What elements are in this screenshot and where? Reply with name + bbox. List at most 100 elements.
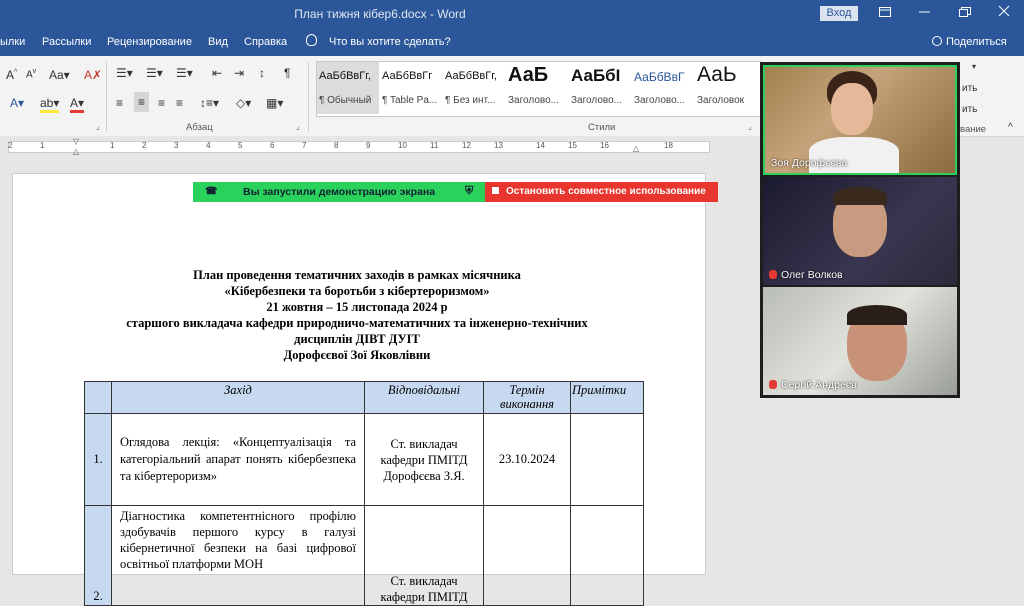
participant-tile[interactable]: Олег Волков [763, 177, 957, 285]
align-right-icon[interactable]: ≡ [158, 96, 165, 110]
ruler-tick: 1 [110, 141, 115, 150]
line-spacing-icon[interactable]: ↕≡▾ [200, 96, 219, 110]
lightbulb-icon [306, 34, 317, 46]
text-effects-icon[interactable]: A▾ [10, 96, 24, 110]
tell-me-search[interactable]: Что вы хотите сделать? [329, 36, 451, 48]
ruler-tick: 15 [568, 141, 577, 150]
style-title[interactable]: АаЬ Заголовок [695, 62, 757, 114]
row-responsible: Ст. викладач кафедри ПМІТД [364, 505, 484, 606]
shrink-font-icon[interactable]: Av [26, 68, 36, 80]
style-heading-1[interactable]: АаБ Заголово... [506, 62, 568, 114]
row-event: Оглядова лекція: «Концептуалізація та ка… [111, 413, 365, 506]
align-center-icon[interactable]: ≡ [134, 92, 150, 112]
style-normal[interactable]: АаБбВвГг, ¶ Обычный [317, 62, 379, 114]
editing-group-label: вание [960, 124, 987, 135]
ruler-tick: 12 [462, 141, 471, 150]
ruler-tick: 9 [366, 141, 371, 150]
styles-gallery: АаБбВвГг, ¶ Обычный АаБбВвГг ¶ Table Pa.… [316, 61, 761, 117]
table-header-notes: Примітки [570, 381, 644, 414]
ruler-tick: 14 [536, 141, 545, 150]
heading-line: дисциплін ДІВТ ДУІТ [294, 332, 420, 346]
share-button[interactable]: Поделиться [932, 36, 1007, 48]
font-dialog-launcher-icon[interactable]: ⌟ [96, 122, 100, 131]
pilcrow-icon[interactable]: ¶ [284, 66, 290, 80]
find-dropdown-icon[interactable]: ▾ [972, 62, 976, 71]
styles-group-label: Стили [588, 122, 616, 133]
group-divider [106, 62, 107, 132]
ribbon-editing-group: ▾ ить ить вание ^ [960, 56, 1024, 136]
style-table-paragraph[interactable]: АаБбВвГг ¶ Table Pa... [380, 62, 442, 114]
heading-line: старшого викладача кафедри природничо-ма… [126, 316, 588, 330]
video-call-panel: Зоя Дорофєєва Олег Волков Сергій Андреєв [760, 62, 960, 398]
collapse-ribbon-icon[interactable]: ^ [1008, 122, 1013, 133]
stop-icon [492, 187, 499, 194]
tab-help[interactable]: Справка [244, 36, 287, 48]
row-number: 1. [84, 413, 112, 506]
row-notes [570, 505, 644, 606]
grow-font-icon[interactable]: A^ [6, 68, 17, 82]
sort-icon[interactable]: ↕ [259, 66, 265, 80]
align-left-icon[interactable]: ≡ [116, 96, 123, 110]
sign-in-button[interactable]: Вход [820, 6, 858, 21]
stop-sharing-button[interactable]: Остановить совместное использование [485, 182, 718, 202]
heading-line: 21 жовтня – 15 листопада 2024 р [266, 300, 448, 314]
justify-icon[interactable]: ≡ [176, 96, 183, 110]
close-icon[interactable] [994, 4, 1014, 22]
participant-tile[interactable]: Зоя Дорофєєва [763, 65, 957, 175]
font-color-icon[interactable]: A▾ [70, 96, 85, 113]
tab-mailings[interactable]: Рассылки [42, 36, 91, 48]
group-divider [308, 62, 309, 132]
style-no-spacing[interactable]: АаБбВвГг, ¶ Без инт... [443, 62, 505, 114]
participant-video [847, 305, 907, 325]
change-case-icon[interactable]: Aa▾ [49, 68, 70, 82]
ribbon-display-icon[interactable] [875, 4, 895, 22]
numbering-icon[interactable]: ☰▾ [146, 66, 163, 80]
borders-icon[interactable]: ▦▾ [266, 96, 283, 110]
table-header-event: Захід [111, 381, 365, 414]
person-icon [932, 36, 942, 46]
decrease-indent-icon[interactable]: ⇤ [212, 66, 222, 80]
ruler-tick: 6 [270, 141, 275, 150]
participant-video [833, 187, 887, 205]
shading-icon[interactable]: ◇▾ [236, 96, 251, 110]
participant-tile[interactable]: Сергій Андреєв [763, 287, 957, 395]
styles-dialog-launcher-icon[interactable]: ⌟ [748, 122, 752, 131]
tab-view[interactable]: Вид [208, 36, 228, 48]
events-table: Захід Відповідальні Термін виконання При… [84, 381, 644, 606]
ruler-tick: 2 [8, 141, 13, 150]
title-bar: План тижня кібер6.docx - Word Вход [0, 0, 1024, 28]
paragraph-dialog-launcher-icon[interactable]: ⌟ [296, 122, 300, 131]
increase-indent-icon[interactable]: ⇥ [234, 66, 244, 80]
left-indent-marker[interactable]: △ [73, 147, 79, 156]
tab-references[interactable]: ылки [0, 36, 25, 48]
document-title: План тижня кібер6.docx - Word [294, 7, 466, 21]
ruler-tick: 8 [334, 141, 339, 150]
row-responsible: Ст. викладач кафедри ПМІТД Дорофєєва З.Я… [364, 413, 484, 506]
style-heading-2[interactable]: АаБбI Заголово... [569, 62, 631, 114]
multilevel-list-icon[interactable]: ☰▾ [176, 66, 193, 80]
table-header-responsible: Відповідальні [364, 381, 484, 414]
select-fragment[interactable]: ить [962, 104, 977, 115]
table-header-row: Захід Відповідальні Термін виконання При… [84, 381, 644, 414]
first-line-indent-marker[interactable]: ▽ [73, 137, 79, 146]
minimize-icon[interactable] [915, 4, 935, 22]
heading-line: Дорофєєвої Зої Яковлівни [283, 348, 431, 362]
heading-line: «Кібербезпеки та боротьби з кібертерориз… [224, 284, 490, 298]
restore-icon[interactable] [955, 4, 975, 22]
ruler-tick: 18 [664, 141, 673, 150]
paragraph-group-label: Абзац [186, 122, 213, 133]
mic-off-icon [769, 380, 777, 389]
row-notes [570, 413, 644, 506]
ruler-tick: 4 [206, 141, 211, 150]
replace-fragment[interactable]: ить [962, 83, 977, 94]
clear-formatting-icon[interactable]: A✗ [84, 68, 102, 82]
right-indent-marker[interactable]: △ [633, 144, 639, 153]
bullets-icon[interactable]: ☰▾ [116, 66, 133, 80]
highlight-icon[interactable]: ab▾ [40, 96, 60, 113]
ruler-tick: 3 [174, 141, 179, 150]
tab-review[interactable]: Рецензирование [107, 36, 192, 48]
phone-icon: ☎ [205, 186, 218, 197]
screen-share-status-bar: ☎ Вы запустили демонстрацию экрана ⛨ [193, 182, 485, 202]
style-heading-3[interactable]: АаБбВвГ Заголово... [632, 62, 694, 114]
heading-line: План проведення тематичних заходів в рам… [193, 268, 521, 282]
